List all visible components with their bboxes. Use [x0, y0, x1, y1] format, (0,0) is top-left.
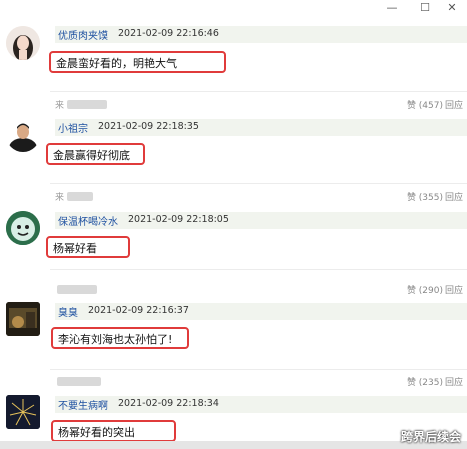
comment-text: 李沁有刘海也太孙怕了!	[58, 333, 173, 346]
user-avatar[interactable]	[6, 211, 40, 245]
avatar-fireworks-icon	[6, 395, 40, 429]
reply-link[interactable]: 回应	[445, 375, 467, 388]
minimize-button[interactable]: —	[377, 0, 407, 16]
bottom-bar	[0, 441, 467, 449]
comment-text: 金晨赢得好彻底	[53, 149, 130, 162]
parent-reference: 来 赞 (457) 回应	[55, 98, 467, 112]
comment-timestamp: 2021-02-09 22:18:35	[98, 121, 199, 132]
avatar-cartoon-icon	[6, 211, 40, 245]
avatar-portrait-icon	[6, 26, 40, 60]
comment-feed: 优质肉夹馍 2021-02-09 22:16:46 金晨蛮好看的，明艳大气 来 …	[0, 16, 467, 449]
comment-meta: 小祖宗 2021-02-09 22:18:35	[55, 119, 467, 136]
parent-text: 来	[55, 193, 65, 203]
comment-timestamp: 2021-02-09 22:16:37	[88, 305, 189, 316]
comment-meta: 臭臭 2021-02-09 22:16:37	[55, 303, 467, 320]
username-link[interactable]: 臭臭	[58, 304, 78, 319]
username-link[interactable]: 小祖宗	[58, 120, 88, 135]
divider	[50, 183, 467, 184]
user-avatar[interactable]	[6, 118, 40, 152]
reply-link[interactable]: 回应	[445, 190, 467, 203]
comment-text-highlight: 杨幂好看	[46, 236, 130, 258]
comment-text-highlight: 金晨赢得好彻底	[46, 143, 145, 165]
username-link[interactable]: 不要生病啊	[58, 397, 108, 412]
comment-text-highlight: 李沁有刘海也太孙怕了!	[51, 327, 189, 349]
reply-link[interactable]: 回应	[445, 283, 467, 296]
like-count[interactable]: 赞 (235)	[407, 375, 443, 388]
comment-timestamp: 2021-02-09 22:18:05	[128, 214, 229, 225]
comment-meta: 不要生病啊 2021-02-09 22:18:34	[55, 396, 467, 413]
close-button[interactable]: ✕	[437, 0, 467, 16]
comment-meta: 优质肉夹馍 2021-02-09 22:16:46	[55, 26, 467, 43]
username-link[interactable]: 保温杯喝冷水	[58, 213, 118, 228]
blurred-text	[57, 377, 101, 386]
blurred-text	[57, 285, 97, 294]
comment-text: 金晨蛮好看的，明艳大气	[56, 57, 177, 70]
reply-link[interactable]: 回应	[445, 98, 467, 111]
comment-timestamp: 2021-02-09 22:18:34	[118, 398, 219, 409]
like-count[interactable]: 赞 (457)	[407, 98, 443, 111]
divider	[50, 369, 467, 370]
parent-reference: 来 赞 (355) 回应	[55, 190, 467, 204]
user-avatar[interactable]	[6, 26, 40, 60]
comment-text-highlight: 杨幂好看的突出	[51, 420, 176, 442]
blurred-text	[67, 192, 93, 201]
blurred-text	[67, 100, 107, 109]
avatar-dark-photo-icon	[6, 302, 40, 336]
comment-text-highlight: 金晨蛮好看的，明艳大气	[49, 51, 226, 73]
parent-text: 来	[55, 101, 65, 111]
maximize-button[interactable]: ☐	[410, 0, 440, 16]
like-count[interactable]: 赞 (290)	[407, 283, 443, 296]
avatar-man-icon	[6, 118, 40, 152]
divider	[50, 91, 467, 92]
like-count[interactable]: 赞 (355)	[407, 190, 443, 203]
comment-meta: 保温杯喝冷水 2021-02-09 22:18:05	[55, 212, 467, 229]
watermark-text: 跨界后续会	[400, 430, 461, 444]
parent-reference: 赞 (290) 回应	[55, 283, 467, 297]
comment-text: 杨幂好看	[53, 242, 97, 255]
user-avatar[interactable]	[6, 395, 40, 429]
window-titlebar: — ☐ ✕	[0, 0, 467, 16]
username-link[interactable]: 优质肉夹馍	[58, 27, 108, 42]
comment-text: 杨幂好看的突出	[58, 426, 135, 439]
user-avatar[interactable]	[6, 302, 40, 336]
parent-reference: 赞 (235) 回应	[55, 375, 467, 389]
comment-timestamp: 2021-02-09 22:16:46	[118, 28, 219, 39]
divider	[50, 269, 467, 270]
